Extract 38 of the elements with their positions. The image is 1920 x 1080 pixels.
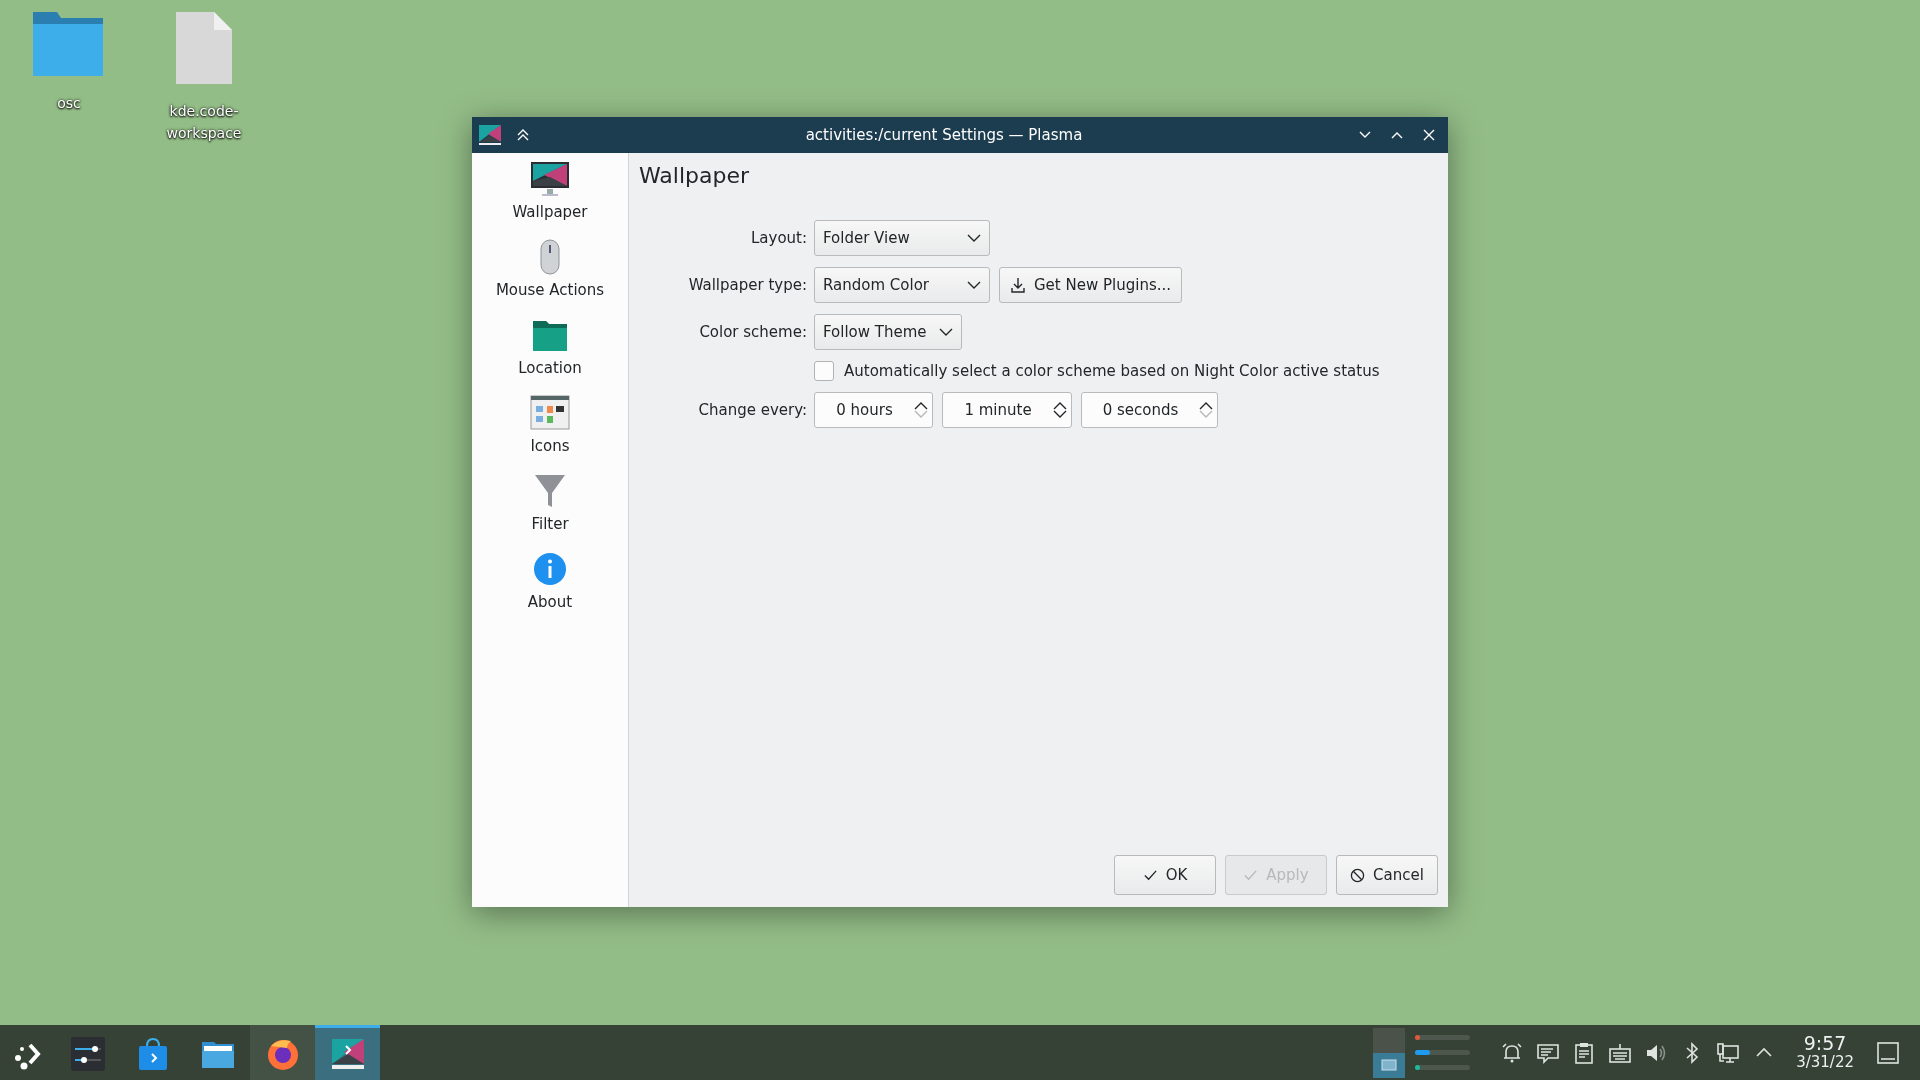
sidebar-item[interactable]: Location xyxy=(518,359,582,377)
clock[interactable]: 9:57 3/31/22 xyxy=(1796,1033,1854,1072)
sliders-icon xyxy=(69,1036,106,1072)
sidebar-item[interactable]: About xyxy=(527,593,573,611)
double-chevron-up-icon xyxy=(516,128,530,142)
field-label: Change every: xyxy=(698,401,807,419)
page-title: Wallpaper xyxy=(639,163,751,188)
window-thumbnail-icon xyxy=(1381,1059,1398,1071)
spin-box[interactable]: 1 minute xyxy=(942,392,1072,428)
caret-icon[interactable] xyxy=(967,233,981,243)
app-icon xyxy=(478,124,502,146)
field-label: Layout: xyxy=(750,229,807,247)
sidebar-item[interactable]: Wallpaper xyxy=(512,203,588,221)
window-title: activities:/current Settings — Plasma xyxy=(804,126,1084,144)
layout-dropdown[interactable]: Folder View xyxy=(814,220,990,256)
sidebar-item[interactable]: Mouse Actions xyxy=(495,281,605,299)
download-icon xyxy=(1010,277,1026,293)
sidebar-item[interactable]: Filter xyxy=(531,515,569,533)
monitor-icon xyxy=(530,159,570,199)
icon-grid-icon xyxy=(530,393,570,433)
taskbar-button[interactable] xyxy=(250,1025,315,1080)
cancel-icon xyxy=(1350,867,1366,883)
taskbar-button[interactable] xyxy=(315,1025,380,1080)
caret-icon[interactable] xyxy=(967,280,981,290)
checkbox[interactable] xyxy=(814,361,834,381)
sidebar-item[interactable]: Icons xyxy=(530,437,570,455)
close-icon xyxy=(1422,128,1436,142)
caret-icon[interactable] xyxy=(939,327,953,337)
color-scheme-dropdown[interactable]: Follow Theme xyxy=(814,314,962,350)
get-plugins-button[interactable]: Get New Plugins... xyxy=(999,267,1183,303)
field-label: Color scheme: xyxy=(699,323,807,341)
wallpaper-type-dropdown[interactable]: Random Color xyxy=(814,267,990,303)
cancel-button[interactable]: Cancel xyxy=(1336,855,1438,895)
field-label: Wallpaper type: xyxy=(688,276,807,294)
checkbox-label: Automatically select a color scheme based on Night Color active status xyxy=(844,362,1380,380)
wallpaper-settings-icon xyxy=(329,1036,366,1072)
virtual-desktop[interactable] xyxy=(1373,1052,1406,1078)
ok-button[interactable]: OK xyxy=(1114,855,1216,895)
